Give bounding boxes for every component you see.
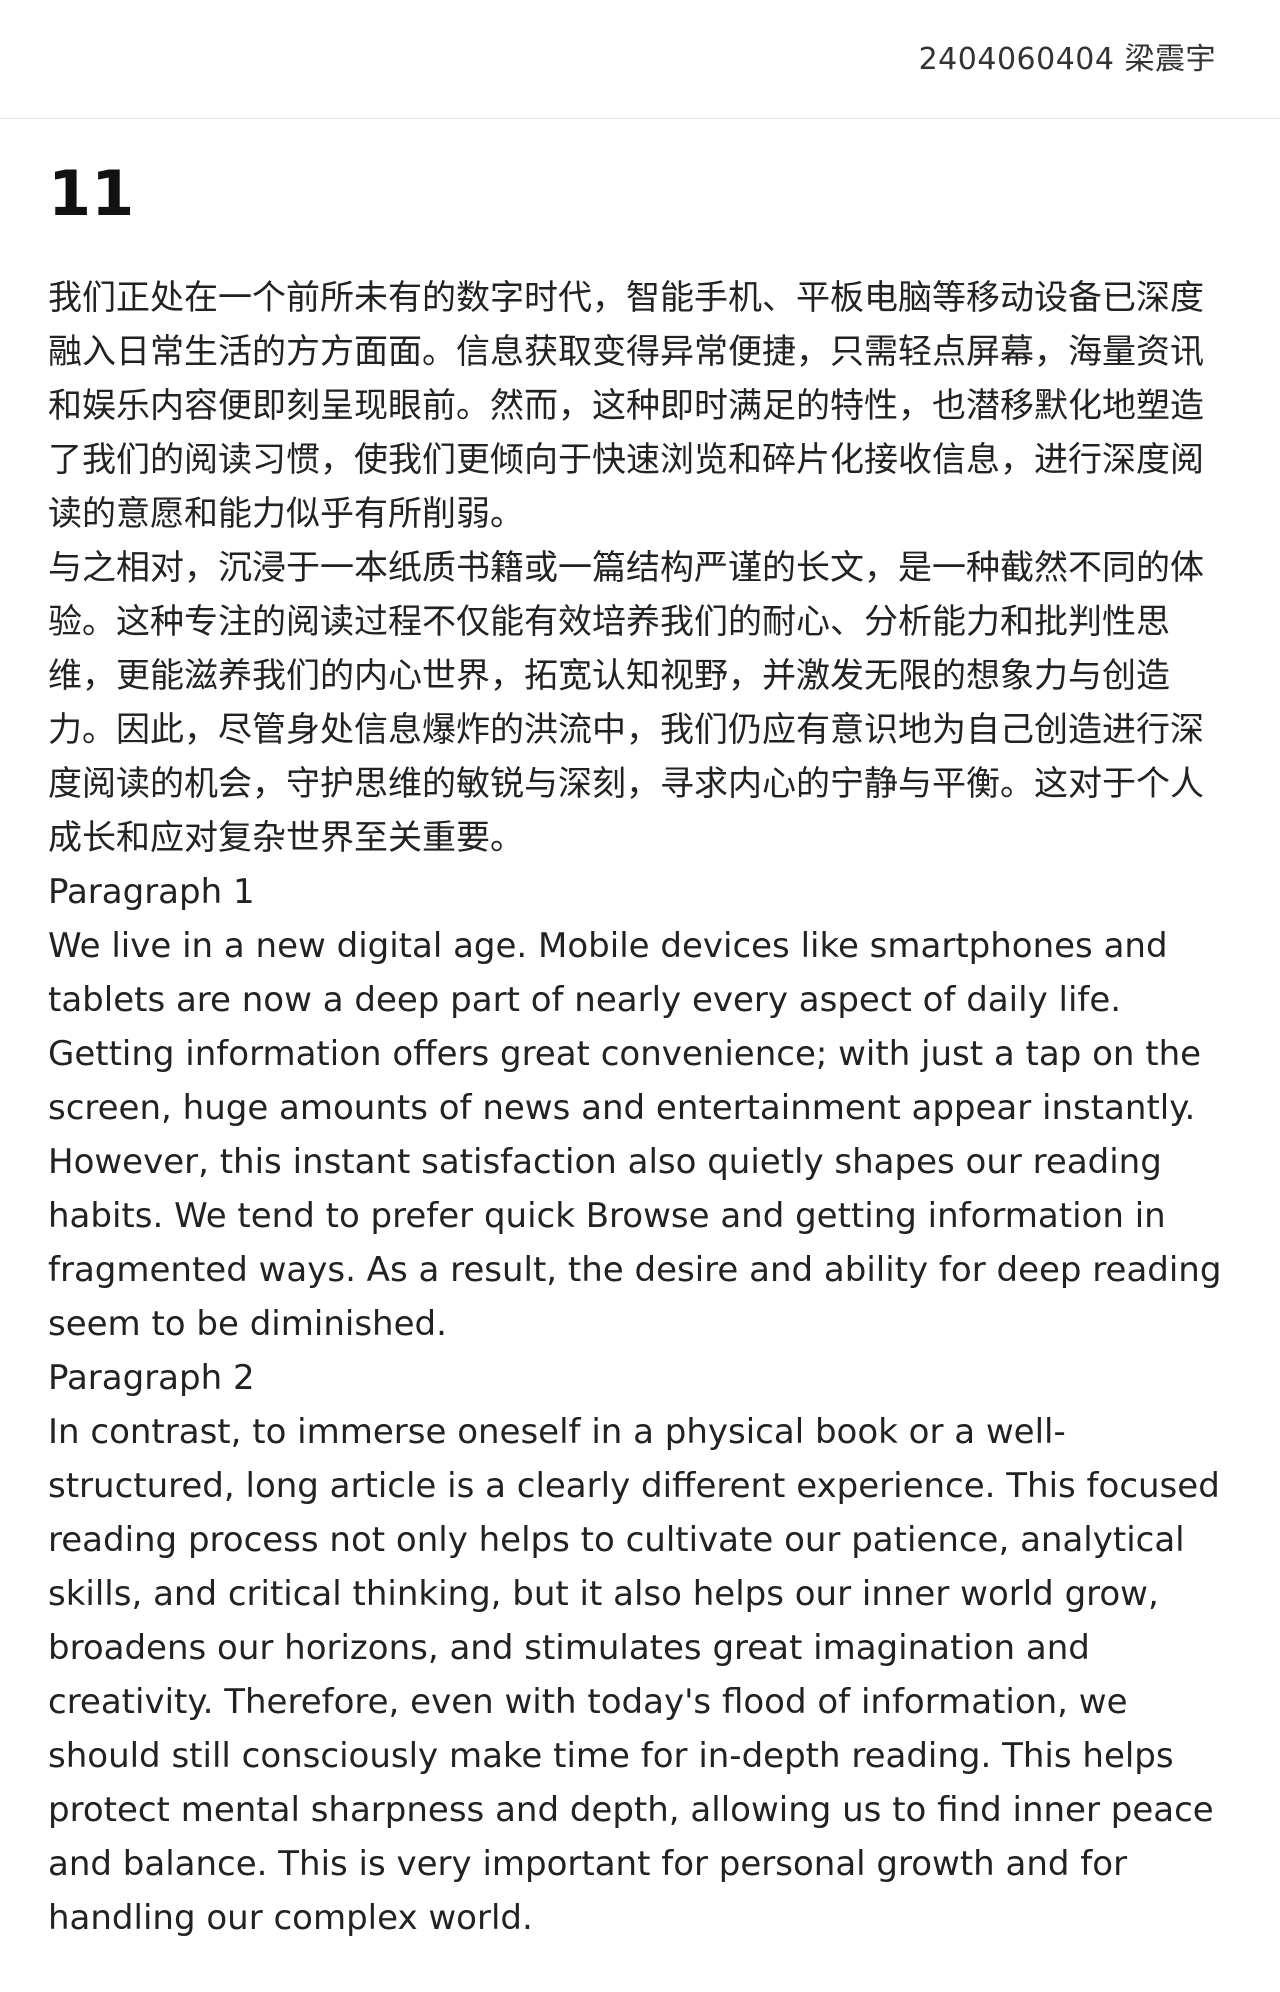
top-bar: 2404060404 梁震宇 (0, 0, 1280, 119)
paragraph-label-2: Paragraph 2 (48, 1358, 255, 1399)
document-content: 11 我们正处在一个前所未有的数字时代，智能手机、平板电脑等移动设备已深度融入日… (0, 119, 1280, 1945)
paragraph-label-1: Paragraph 1 (48, 872, 255, 913)
document-body: 我们正处在一个前所未有的数字时代，智能手机、平板电脑等移动设备已深度融入日常生活… (48, 271, 1232, 1945)
author-label: 2404060404 梁震宇 (918, 42, 1216, 77)
document-title: 11 (48, 157, 135, 230)
paragraph-zh-1: 我们正处在一个前所未有的数字时代，智能手机、平板电脑等移动设备已深度融入日常生活… (48, 278, 1204, 535)
paragraph-en-1: We live in a new digital age. Mobile dev… (48, 926, 1222, 1345)
paragraph-en-2: In contrast, to immerse oneself in a phy… (48, 1412, 1220, 1939)
paragraph-zh-2: 与之相对，沉浸于一本纸质书籍或一篇结构严谨的长文，是一种截然不同的体验。这种专注… (48, 548, 1204, 859)
